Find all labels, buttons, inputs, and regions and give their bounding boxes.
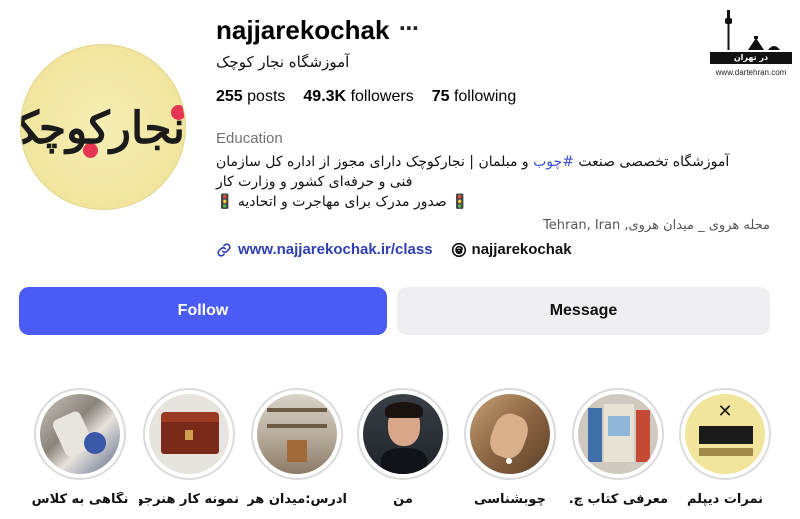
profile-links: www.najjarekochak.ir/class najjarekochak (216, 241, 572, 258)
bio-text: آموزشگاه تخصصی صنعت (573, 154, 730, 170)
bio-line-3: 🚦 صدور مدرک برای مهاجرت و اتحادیه 🚦 (216, 194, 469, 210)
highlight-label: نگاهی به کلاس (31, 492, 129, 507)
story-highlight[interactable]: من (353, 388, 453, 507)
following-stat[interactable]: 75 following (432, 88, 517, 106)
highlight-label: معرفی کتاب چ... (568, 492, 668, 507)
website-link[interactable]: www.najjarekochak.ir/class (216, 241, 433, 258)
story-highlight[interactable]: نمونه کار هنرجو (139, 388, 239, 507)
more-options-icon[interactable]: ⋯ (399, 16, 419, 40)
story-highlight[interactable]: نگاهی به کلاس (30, 388, 130, 507)
following-label: following (453, 88, 517, 105)
following-count: 75 (431, 88, 450, 105)
threads-icon (451, 242, 466, 257)
bio-line-1: آموزشگاه تخصصی صنعت #چوب و مبلمان | نجار… (216, 152, 756, 172)
threads-handle: najjarekochak (471, 241, 572, 258)
avatar-logo-text: نجارکوچک (21, 103, 185, 154)
highlight-cover (464, 388, 556, 480)
link-icon (217, 242, 231, 257)
watermark-url: www.dartehran.com (715, 68, 787, 77)
highlight-cover (251, 388, 343, 480)
bio-hashtag-link[interactable]: #چوب (533, 154, 574, 170)
highlight-image (257, 394, 337, 474)
profile-full-name: آموزشگاه نجار کوچک (216, 53, 350, 71)
story-highlight[interactable]: ادرس:میدان هر... (247, 388, 347, 507)
bio-text: و مبلمان | نجارکوچک دارای مجوز از اداره … (216, 154, 534, 170)
story-highlight[interactable]: ✕ نمرات دیپلم (675, 388, 775, 507)
profile-location: محله هروی _ میدان هروی, Tehran, Iran (543, 218, 770, 233)
highlight-image (470, 394, 550, 474)
posts-label: posts (247, 88, 286, 105)
profile-username: najjarekochak (216, 15, 390, 45)
highlight-image (363, 394, 443, 474)
threads-link[interactable]: najjarekochak (451, 241, 572, 258)
posts-stat[interactable]: 255 posts (216, 88, 285, 106)
bio-line-2: فنی و حرفه‌ای کشور و وزارت کار (216, 174, 413, 190)
followers-stat[interactable]: 49.3K followers (303, 88, 413, 106)
highlight-image: ✕ (685, 394, 765, 474)
highlight-label: نمونه کار هنرجو (139, 492, 239, 507)
highlight-image (40, 394, 120, 474)
milad-tower-logo (725, 10, 780, 50)
followers-count: 49.3K (303, 88, 347, 105)
highlight-label: من (393, 492, 413, 507)
story-highlight[interactable]: چوبشناسی (460, 388, 560, 507)
watermark-band-text: در تهران (710, 52, 792, 64)
followers-label: followers (350, 88, 414, 105)
posts-count: 255 (216, 88, 243, 105)
profile-stats: 255 posts 49.3K followers 75 following (216, 88, 516, 106)
highlight-label: ادرس:میدان هر... (247, 492, 347, 507)
highlight-cover (357, 388, 449, 480)
message-button[interactable]: Message (397, 287, 770, 335)
website-url: www.najjarekochak.ir/class (238, 241, 433, 258)
story-highlight[interactable]: معرفی کتاب چ... (568, 388, 668, 507)
highlight-cover (143, 388, 235, 480)
highlight-cover (572, 388, 664, 480)
profile-category: Education (216, 130, 283, 147)
profile-avatar[interactable]: نجارکوچک (20, 44, 186, 210)
highlight-image (149, 394, 229, 474)
profile-bio: آموزشگاه تخصصی صنعت #چوب و مبلمان | نجار… (216, 152, 756, 212)
highlight-image (578, 394, 658, 474)
site-watermark: در تهران www.dartehran.com (708, 8, 794, 80)
highlight-cover (34, 388, 126, 480)
follow-button[interactable]: Follow (19, 287, 387, 335)
highlight-label: نمرات دیپلم (686, 492, 764, 507)
highlight-label: چوبشناسی (474, 492, 546, 507)
highlight-cover: ✕ (679, 388, 771, 480)
